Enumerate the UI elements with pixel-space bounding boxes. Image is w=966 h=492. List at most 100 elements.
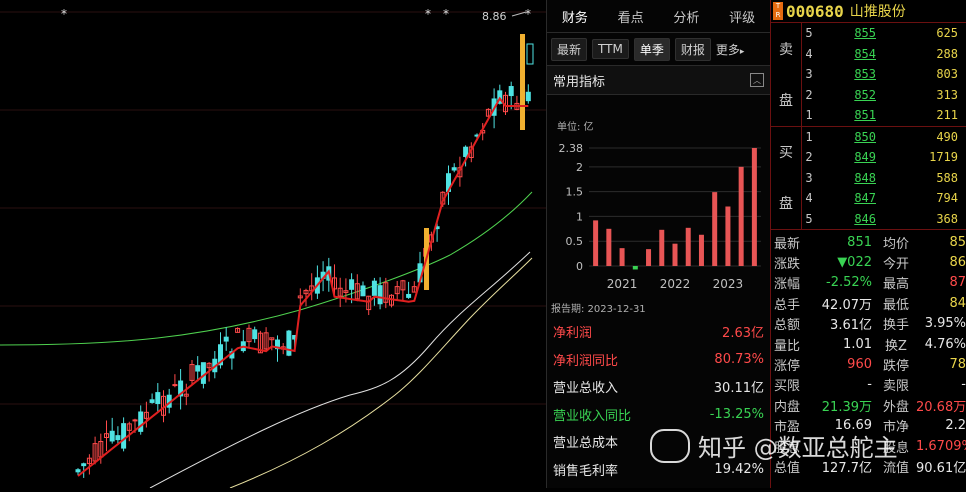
level: 2	[805, 150, 813, 165]
profit-bar-chart: 2.38 2 1.5 1 0.5 0 2021 2022 2023	[559, 142, 761, 291]
more-button[interactable]: 更多▸	[716, 41, 745, 58]
stat-label: 今开	[882, 257, 909, 273]
ttm-button[interactable]: TTM	[592, 39, 629, 59]
section-title: 常用指标	[553, 74, 606, 90]
orderbook-row[interactable]: 1 850 490	[802, 127, 966, 148]
single-quarter-button[interactable]: 单季	[633, 37, 670, 61]
candlestick-svg: * * * *	[0, 7, 546, 489]
highlight-candle	[520, 34, 525, 130]
y-tick-label: 0	[576, 260, 583, 273]
tab-finance[interactable]: 财务	[547, 7, 603, 26]
stat-label: 涨跌	[774, 257, 801, 273]
price-label: 8.86	[482, 10, 507, 23]
volume: 211	[936, 108, 958, 123]
stock-name: 山推股份	[849, 4, 906, 20]
stat-value: 90.61亿	[916, 460, 966, 476]
metric-row[interactable]: 营业收入同比 -13.25%	[547, 401, 769, 429]
marker: *	[425, 7, 431, 21]
stat-value: 851	[847, 234, 872, 250]
candle-body	[155, 392, 161, 405]
orderbook-row[interactable]: 2 849 1719	[802, 147, 966, 168]
wechat-logo-icon	[650, 428, 690, 463]
stat-value: 85	[949, 234, 966, 250]
orderbook-row[interactable]: 3 848 588	[802, 168, 966, 189]
candle-body	[463, 146, 469, 157]
bar	[685, 227, 691, 266]
volume: 313	[936, 87, 958, 102]
report-date: 报告期: 2023-12-31	[551, 304, 646, 315]
tab-analysis[interactable]: 分析	[659, 7, 715, 26]
marker: *	[443, 7, 449, 21]
candle-body	[138, 411, 144, 432]
x-tick-label: 2023	[713, 277, 744, 291]
tab-rating[interactable]: 评级	[714, 7, 770, 26]
price: 846	[854, 211, 876, 226]
sell-label-1: 卖	[779, 41, 793, 58]
stat-value: 1.6709%	[916, 438, 966, 454]
stat-label: 内盘	[774, 399, 801, 415]
level: 1	[805, 108, 813, 123]
bar	[606, 228, 612, 266]
stat-value: 4.76%	[924, 336, 966, 352]
stat-label: 最高	[882, 277, 909, 293]
metric-row[interactable]: 净利润同比 80.73%	[547, 346, 769, 374]
watermark-text: 知乎 @数亚总舵主	[698, 434, 898, 462]
stat-value: 960	[847, 357, 872, 373]
bar	[712, 192, 718, 266]
tr-icon: TR	[773, 2, 783, 20]
sell-orderbook: 卖 盘 5 855 625 4 854 288 3 853 803 2 852 313…	[771, 23, 966, 127]
orderbook-row[interactable]: 3 853 803	[802, 64, 966, 85]
volume: 588	[936, 170, 958, 185]
latest-button[interactable]: 最新	[551, 37, 588, 61]
candle-body	[526, 43, 534, 65]
stat-row: 总手 42.07万 最低 84	[771, 293, 966, 313]
stat-label: 涨停	[774, 359, 801, 375]
price: 847	[854, 191, 876, 206]
candle-body	[195, 365, 201, 372]
price: 848	[854, 170, 876, 185]
x-tick-label: 2021	[607, 277, 638, 291]
bar	[725, 206, 731, 266]
price: 849	[854, 150, 876, 165]
price: 854	[854, 46, 876, 61]
stat-row: 买限 - 卖限 -	[771, 375, 966, 395]
candle-body	[508, 86, 514, 97]
report-button[interactable]: 财报	[674, 37, 711, 61]
stat-label: 总手	[774, 297, 801, 313]
quote-panel: TR 000680 山推股份 卖 盘 5 855 625 4 854 288 3 8…	[770, 0, 966, 488]
stat-value: 42.07万	[821, 297, 872, 313]
more-label: 更多	[715, 42, 740, 57]
candle-body	[349, 279, 355, 290]
stat-label: 量比	[774, 338, 801, 354]
orderbook-row[interactable]: 4 854 288	[802, 44, 966, 65]
watermark: 知乎 @数亚总舵主	[650, 428, 898, 463]
sell-rows: 5 855 625 4 854 288 3 853 803 2 852 313 1 85…	[802, 23, 966, 126]
stat-value: 3.95%	[924, 316, 966, 332]
orderbook-row[interactable]: 5 855 625	[802, 23, 966, 44]
stat-value: 3.61亿	[830, 318, 872, 334]
collapse-icon[interactable]: ︿	[750, 73, 764, 87]
volume: 490	[936, 129, 958, 144]
candlestick-chart[interactable]: * * * * 8.86	[0, 0, 546, 489]
orderbook-row[interactable]: 4 847 794	[802, 188, 966, 209]
orderbook-row[interactable]: 2 852 313	[802, 85, 966, 106]
metric-label: 净利润	[553, 326, 593, 342]
volume: 1719	[929, 150, 958, 165]
metric-value: 80.73%	[714, 351, 764, 367]
tab-highlights[interactable]: 看点	[603, 7, 659, 26]
candle-body	[172, 384, 178, 387]
y-tick-label: 2.38	[559, 142, 584, 155]
stat-value: 78	[949, 357, 966, 373]
price: 855	[854, 26, 876, 41]
candle-body	[200, 362, 206, 384]
metric-row[interactable]: 净利润 2.63亿	[547, 318, 769, 346]
stat-row: 总额 3.61亿 换手 3.95%	[771, 314, 966, 334]
quote-header: TR 000680 山推股份	[771, 0, 966, 23]
level: 5	[805, 211, 813, 226]
candle-body	[223, 336, 229, 342]
metric-row[interactable]: 营业总收入 30.11亿	[547, 373, 769, 401]
orderbook-row[interactable]: 1 851 211	[802, 105, 966, 126]
stat-row: 涨停 960 跌停 78	[771, 354, 966, 374]
stat-label: 外盘	[882, 399, 909, 415]
orderbook-row[interactable]: 5 846 368	[802, 209, 966, 230]
